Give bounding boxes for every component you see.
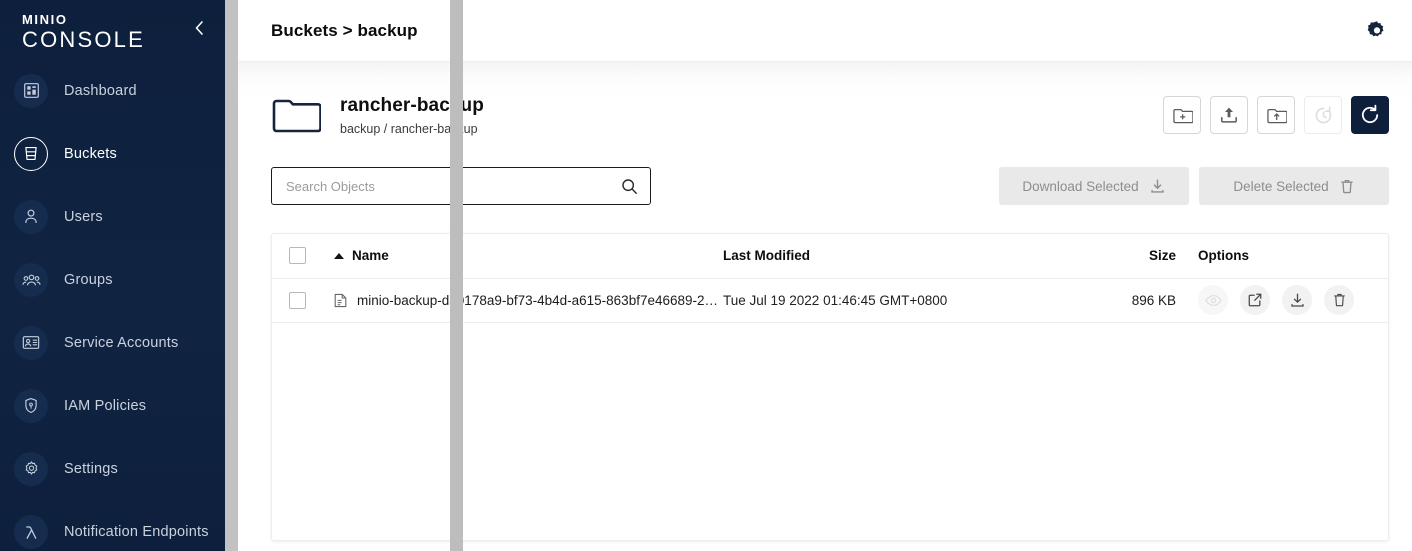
objects-table-card: Name Last Modified Size Options minio-ba… [271, 233, 1389, 541]
sidebar-item-iam-policies[interactable]: IAM Policies [0, 383, 225, 428]
main-content: Buckets > backup rancher-backup backup /… [238, 0, 1412, 551]
folder-icon [271, 94, 322, 141]
sort-asc-icon [334, 252, 344, 259]
last-modified-header[interactable]: Last Modified [723, 234, 1098, 279]
download-button[interactable] [1282, 285, 1312, 315]
sidebar-item-label: Users [64, 208, 103, 225]
table-body: minio-backup-da0178a9-bf73-4b4d-a615-863… [272, 278, 1388, 323]
select-all-checkbox[interactable] [289, 247, 306, 265]
sidebar-item-label: Dashboard [64, 82, 137, 99]
row-size-cell: 896 KB [1098, 278, 1176, 323]
shield-icon [14, 388, 48, 423]
download-selected-button[interactable]: Download Selected [999, 167, 1189, 205]
dashboard-icon [14, 73, 48, 108]
brand-logo[interactable]: MINIO CONSOLE [0, 0, 225, 62]
create-folder-button[interactable] [1163, 96, 1201, 134]
row-options-cell [1176, 278, 1388, 323]
file-icon [334, 293, 347, 308]
version-history-button [1304, 96, 1342, 134]
download-icon [1149, 178, 1166, 195]
row-last-modified-cell: Tue Jul 19 2022 01:46:45 GMT+0800 [723, 278, 1098, 323]
sidebar-item-label: Settings [64, 460, 118, 477]
groups-icon [14, 262, 48, 297]
sidebar: MINIO CONSOLE Dashboard Buckets Users Gr… [0, 0, 225, 551]
trash-icon [1339, 178, 1355, 195]
table-row[interactable]: minio-backup-da0178a9-bf73-4b4d-a615-863… [272, 278, 1388, 323]
upload-folder-button[interactable] [1257, 96, 1295, 134]
selection-actions: Download Selected Delete Selected [999, 167, 1389, 205]
download-selected-label: Download Selected [1022, 178, 1139, 194]
sidebar-scrollbar[interactable] [225, 0, 463, 551]
table-head: Name Last Modified Size Options [272, 234, 1388, 279]
scrollbar-thumb[interactable] [450, 0, 463, 551]
options-header: Options [1176, 234, 1388, 279]
sidebar-item-label: Service Accounts [64, 334, 179, 351]
breadcrumb[interactable]: Buckets > backup [271, 21, 418, 41]
options-header-label: Options [1198, 248, 1249, 264]
search-row: Download Selected Delete Selected [271, 167, 1389, 205]
size-header-label: Size [1148, 248, 1176, 264]
sidebar-item-label: IAM Policies [64, 397, 147, 414]
table-header-row: Name Last Modified Size Options [272, 234, 1388, 279]
sidebar-item-notification-endpoints[interactable]: Notification Endpoints [0, 509, 225, 551]
size-header[interactable]: Size [1098, 234, 1176, 279]
sidebar-item-settings[interactable]: Settings [0, 446, 225, 491]
upload-button[interactable] [1210, 96, 1248, 134]
sidebar-item-dashboard[interactable]: Dashboard [0, 68, 225, 113]
row-checkbox[interactable] [289, 291, 306, 309]
sidebar-item-groups[interactable]: Groups [0, 257, 225, 302]
delete-selected-button[interactable]: Delete Selected [1199, 167, 1389, 205]
sidebar-nav: Dashboard Buckets Users Groups Service A… [0, 68, 225, 551]
delete-selected-label: Delete Selected [1233, 178, 1329, 194]
search-icon[interactable] [621, 178, 638, 195]
id-card-icon [14, 325, 48, 360]
delete-button[interactable] [1324, 285, 1354, 315]
name-header[interactable]: Name [334, 234, 723, 279]
sidebar-item-buckets[interactable]: Buckets [0, 131, 225, 176]
gear-icon [14, 451, 48, 486]
sidebar-item-users[interactable]: Users [0, 194, 225, 239]
gear-icon[interactable] [1362, 16, 1392, 46]
sidebar-item-service-accounts[interactable]: Service Accounts [0, 320, 225, 365]
row-name-cell: minio-backup-da0178a9-bf73-4b4d-a615-863… [334, 278, 723, 323]
objects-browser: rancher-backup backup / rancher-backup S… [238, 62, 1412, 551]
header-actions [1163, 96, 1389, 134]
bucket-icon [14, 136, 48, 171]
lambda-icon [14, 514, 48, 549]
select-all-header [272, 234, 334, 279]
objects-table: Name Last Modified Size Options minio-ba… [272, 234, 1388, 323]
sidebar-item-label: Groups [64, 271, 113, 288]
object-name[interactable]: minio-backup-da0178a9-bf73-4b4d-a615-863… [357, 293, 723, 308]
sidebar-item-label: Buckets [64, 145, 117, 162]
chevron-left-icon[interactable] [189, 18, 209, 38]
refresh-button[interactable] [1351, 96, 1389, 134]
topbar: Buckets > backup [238, 0, 1412, 62]
preview-button [1198, 285, 1228, 315]
object-header: rancher-backup backup / rancher-backup [271, 92, 1389, 141]
user-icon [14, 199, 48, 234]
sidebar-item-label: Notification Endpoints [64, 523, 209, 540]
row-select-cell [272, 278, 334, 323]
last-modified-header-label: Last Modified [723, 248, 810, 264]
share-button[interactable] [1240, 285, 1270, 315]
name-header-label: Name [352, 248, 389, 264]
app-root: MINIO CONSOLE Dashboard Buckets Users Gr… [0, 0, 1412, 551]
